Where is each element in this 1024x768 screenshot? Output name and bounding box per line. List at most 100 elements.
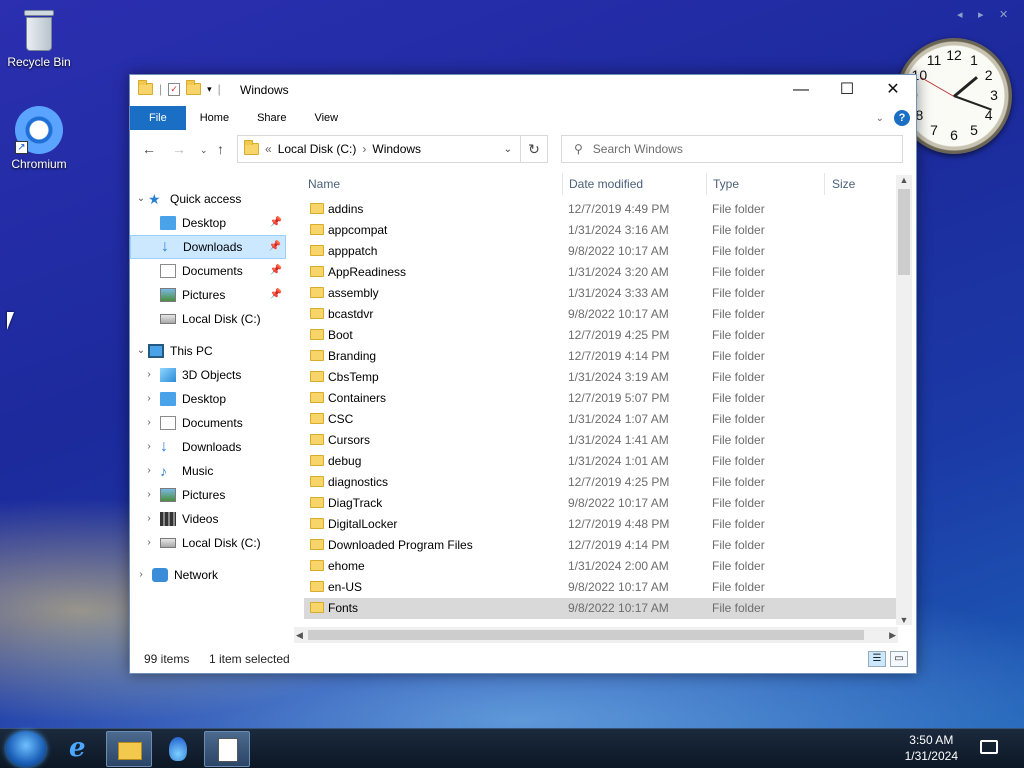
column-header-date[interactable]: Date modified — [569, 171, 643, 197]
taskbar-app[interactable] — [155, 731, 201, 767]
scroll-up-icon[interactable]: ▲ — [896, 175, 912, 185]
taskbar-file-explorer[interactable] — [106, 731, 152, 767]
details-view-button[interactable]: ☰ — [868, 651, 886, 667]
recent-locations-icon[interactable]: ⌄ — [200, 145, 208, 156]
table-row[interactable]: CbsTemp 1/31/2024 3:19 AM File folder — [304, 367, 896, 388]
table-row[interactable]: DigitalLocker 12/7/2019 4:48 PM File folde… — [304, 514, 896, 535]
desktop-icon-chromium[interactable]: ↗ Chromium — [1, 106, 77, 171]
chevron-down-icon[interactable]: ⌄ — [134, 339, 148, 363]
table-row[interactable]: ehome 1/31/2024 2:00 AM File folder — [304, 556, 896, 577]
breadcrumb-windows[interactable]: Windows — [372, 142, 421, 156]
up-arrow-icon[interactable]: ↑ — [217, 141, 224, 157]
address-overflow[interactable]: « — [265, 142, 272, 156]
table-row[interactable]: Boot 12/7/2019 4:25 PM File folder — [304, 325, 896, 346]
refresh-button[interactable]: ↻ — [520, 135, 548, 163]
new-folder-icon[interactable] — [186, 80, 202, 95]
table-row[interactable]: debug 1/31/2024 1:01 AM File folder — [304, 451, 896, 472]
nav-pc-videos[interactable]: › Videos — [142, 507, 218, 531]
table-row[interactable]: addins 12/7/2019 4:49 PM File folder — [304, 199, 896, 220]
nav-quick-desktop[interactable]: Desktop 📌 — [160, 211, 286, 235]
minimize-button[interactable]: — — [778, 75, 824, 105]
taskbar-internet-explorer[interactable]: e — [58, 731, 104, 767]
horizontal-scrollbar[interactable]: ◀ ▶ — [294, 627, 898, 643]
desktop-icon-recycle-bin[interactable]: Recycle Bin — [1, 8, 77, 69]
tab-view[interactable]: View — [300, 106, 352, 130]
close-button[interactable]: ✕ — [870, 75, 916, 105]
chevron-right-icon[interactable]: › — [134, 563, 148, 587]
table-row[interactable]: Downloaded Program Files 12/7/2019 4:14 P… — [304, 535, 896, 556]
table-row[interactable]: Fonts 9/8/2022 10:17 AM File folder — [304, 598, 896, 619]
maximize-button[interactable]: ☐ — [824, 75, 870, 105]
tab-share[interactable]: Share — [243, 106, 300, 130]
back-arrow-icon[interactable]: ← — [142, 141, 156, 157]
nav-pc-music[interactable]: › ♪ Music — [142, 459, 213, 483]
nav-quick-pictures[interactable]: Pictures 📌 — [160, 283, 286, 307]
chevron-down-icon[interactable]: ⌄ — [134, 187, 148, 211]
gadget-close-icon[interactable]: ✕ — [999, 8, 1008, 21]
nav-quick-documents[interactable]: Documents 📌 — [160, 259, 286, 283]
chevron-right-icon[interactable]: › — [142, 459, 156, 483]
nav-pc-local-disk[interactable]: › Local Disk (C:) — [142, 531, 260, 555]
horizontal-scroll-thumb[interactable] — [308, 630, 864, 640]
nav-pc-desktop[interactable]: › Desktop — [142, 387, 226, 411]
customize-toolbar-icon[interactable]: ▾ — [207, 84, 212, 95]
forward-arrow-icon[interactable]: → — [172, 141, 186, 157]
column-header-name[interactable]: Name — [308, 171, 340, 197]
properties-icon[interactable]: ✓ — [168, 82, 181, 96]
gadget-prev-icon[interactable]: ◂ — [957, 8, 963, 21]
help-icon[interactable]: ? — [894, 110, 910, 126]
large-icons-view-button[interactable]: ▭ — [890, 651, 908, 667]
nav-pc-downloads[interactable]: › ↓ Downloads — [142, 435, 241, 459]
chevron-right-icon[interactable]: › — [142, 363, 156, 387]
nav-pc-documents[interactable]: › Documents — [142, 411, 243, 435]
nav-3d-objects[interactable]: › 3D Objects — [142, 363, 241, 387]
chevron-right-icon[interactable]: › — [142, 531, 156, 555]
address-dropdown-icon[interactable]: ⌄ — [504, 144, 512, 155]
table-row[interactable]: Cursors 1/31/2024 1:41 AM File folder — [304, 430, 896, 451]
table-row[interactable]: appcompat 1/31/2024 3:16 AM File folder — [304, 220, 896, 241]
table-row[interactable]: bcastdvr 9/8/2022 10:17 AM File folder — [304, 304, 896, 325]
nav-this-pc[interactable]: ⌄ This PC — [134, 339, 213, 363]
column-separator[interactable] — [562, 173, 563, 195]
scroll-right-icon[interactable]: ▶ — [889, 627, 896, 643]
start-button[interactable] — [6, 731, 46, 767]
nav-network[interactable]: › Network — [134, 563, 218, 587]
tray-clock[interactable]: 3:50 AM 1/31/2024 — [905, 732, 958, 764]
table-row[interactable]: assembly 1/31/2024 3:33 AM File folder — [304, 283, 896, 304]
table-row[interactable]: CSC 1/31/2024 1:07 AM File folder — [304, 409, 896, 430]
chevron-right-icon[interactable]: › — [142, 411, 156, 435]
scroll-left-icon[interactable]: ◀ — [296, 627, 303, 643]
table-row[interactable]: en-US 9/8/2022 10:17 AM File folder — [304, 577, 896, 598]
vertical-scroll-thumb[interactable] — [898, 189, 910, 275]
table-row[interactable]: apppatch 9/8/2022 10:17 AM File folder — [304, 241, 896, 262]
taskbar-notepad[interactable] — [204, 731, 250, 767]
search-input[interactable]: ⚲ Search Windows — [561, 135, 903, 163]
nav-quick-access[interactable]: ⌄ ★ Quick access — [134, 187, 242, 211]
chevron-right-icon[interactable]: › — [142, 483, 156, 507]
column-header-size[interactable]: Size — [832, 171, 855, 197]
nav-pc-pictures[interactable]: › Pictures — [142, 483, 225, 507]
table-row[interactable]: Branding 12/7/2019 4:14 PM File folder — [304, 346, 896, 367]
column-separator[interactable] — [706, 173, 707, 195]
breadcrumb-local-disk[interactable]: Local Disk (C:) — [278, 142, 357, 156]
table-row[interactable]: DiagTrack 9/8/2022 10:17 AM File folder — [304, 493, 896, 514]
chevron-right-icon[interactable]: › — [142, 435, 156, 459]
tab-home[interactable]: Home — [186, 106, 243, 130]
nav-quick-downloads[interactable]: ↓ Downloads 📌 — [130, 235, 286, 259]
vertical-scrollbar[interactable]: ▲ ▼ — [896, 175, 912, 625]
scroll-down-icon[interactable]: ▼ — [896, 615, 912, 625]
nav-quick-local-disk[interactable]: Local Disk (C:) — [160, 307, 261, 331]
expand-ribbon-icon[interactable]: ⌄ — [876, 113, 884, 124]
column-separator[interactable] — [824, 173, 825, 195]
table-row[interactable]: Containers 12/7/2019 5:07 PM File folder — [304, 388, 896, 409]
chevron-right-icon[interactable]: › — [142, 507, 156, 531]
gadget-next-icon[interactable]: ▸ — [978, 8, 984, 21]
column-header-type[interactable]: Type — [713, 171, 739, 197]
table-row[interactable]: diagnostics 12/7/2019 4:25 PM File folder — [304, 472, 896, 493]
notification-icon[interactable] — [980, 740, 998, 754]
title-bar[interactable]: | ✓ ▾ | Windows — ☐ ✕ — [130, 75, 916, 105]
table-row[interactable]: AppReadiness 1/31/2024 3:20 AM File folder — [304, 262, 896, 283]
tab-file[interactable]: File — [130, 106, 186, 130]
address-bar[interactable]: « Local Disk (C:) › Windows ⌄ — [237, 135, 521, 163]
chevron-right-icon[interactable]: › — [142, 387, 156, 411]
